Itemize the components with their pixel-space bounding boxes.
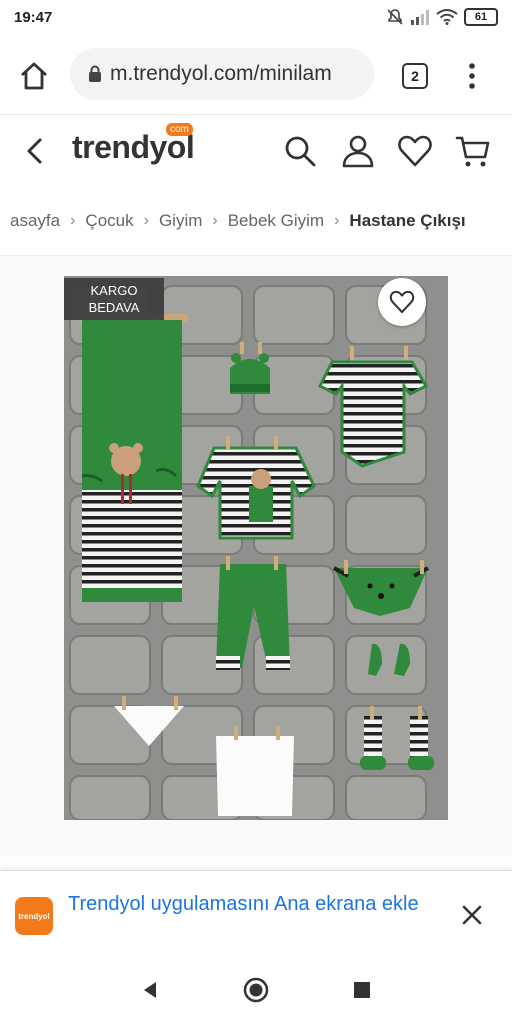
- tab-switcher-button[interactable]: 2: [402, 63, 428, 89]
- trendyol-app-icon: trendyol: [15, 897, 53, 935]
- nav-recents-icon[interactable]: [348, 976, 376, 1004]
- breadcrumb-item-cocuk[interactable]: Çocuk: [85, 211, 133, 231]
- product-photo: [64, 276, 448, 820]
- nav-back-icon[interactable]: [136, 976, 164, 1004]
- url-text: m.trendyol.com/minilam: [110, 62, 332, 85]
- install-app-banner[interactable]: trendyol Trendyol uygulamasını Ana ekran…: [0, 870, 512, 957]
- heart-icon[interactable]: [397, 133, 433, 169]
- chevron-right-icon: ›: [143, 212, 149, 229]
- trendyol-logo[interactable]: trendyol com: [72, 123, 195, 166]
- browser-toolbar: m.trendyol.com/minilam 2: [0, 36, 512, 114]
- breadcrumb-item-current[interactable]: Hastane Çıkışı: [349, 211, 465, 231]
- system-nav-bar: [0, 956, 512, 1024]
- logo-badge: com: [166, 123, 193, 136]
- lock-icon: [89, 65, 101, 82]
- breadcrumb: asayfa › Çocuk › Giyim › Bebek Giyim › H…: [0, 189, 512, 256]
- heart-icon: [389, 290, 415, 314]
- chevron-right-icon: ›: [212, 212, 218, 229]
- chevron-right-icon: ›: [334, 212, 340, 229]
- breadcrumb-item-home[interactable]: asayfa: [10, 211, 60, 231]
- cart-icon[interactable]: [455, 133, 491, 169]
- favorite-button[interactable]: [378, 278, 426, 326]
- user-icon[interactable]: [340, 133, 376, 169]
- status-bar: 19:47 61: [0, 0, 512, 36]
- wifi-icon: [436, 9, 458, 25]
- close-icon[interactable]: [460, 903, 484, 927]
- home-icon[interactable]: [16, 58, 52, 94]
- install-banner-text[interactable]: Trendyol uygulamasını Ana ekrana ekle: [68, 891, 428, 917]
- product-image[interactable]: [64, 276, 448, 820]
- product-gallery: KARGO BEDAVA: [0, 256, 512, 856]
- badge-line1: KARGO: [90, 283, 138, 298]
- battery-icon: 61: [464, 8, 498, 26]
- nav-home-icon[interactable]: [242, 976, 270, 1004]
- status-icons: 61: [386, 8, 498, 26]
- chevron-right-icon: ›: [70, 212, 76, 229]
- status-time: 19:47: [14, 9, 53, 26]
- search-icon[interactable]: [282, 133, 318, 169]
- breadcrumb-item-bebek-giyim[interactable]: Bebek Giyim: [228, 211, 324, 231]
- free-shipping-badge: KARGO BEDAVA: [64, 278, 164, 320]
- site-header: trendyol com: [0, 114, 512, 190]
- app-icon-label: trendyol: [18, 911, 50, 921]
- badge-line2: BEDAVA: [88, 300, 140, 315]
- more-menu-icon[interactable]: [462, 60, 482, 92]
- url-field[interactable]: m.trendyol.com/minilam: [70, 48, 374, 100]
- signal-icon: [411, 10, 429, 25]
- mute-icon: [387, 9, 403, 25]
- breadcrumb-item-giyim[interactable]: Giyim: [159, 211, 202, 231]
- back-arrow-icon[interactable]: [20, 135, 52, 167]
